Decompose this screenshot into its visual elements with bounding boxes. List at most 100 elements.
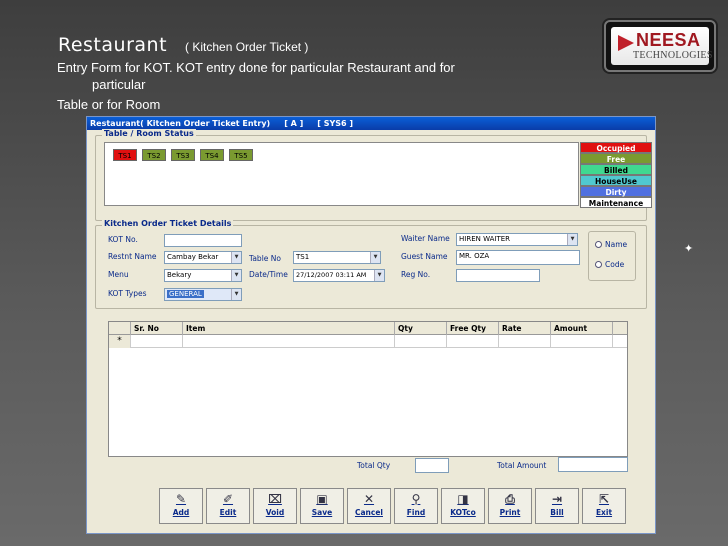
table-ts1[interactable]: TS1 bbox=[113, 149, 137, 161]
cell-rate[interactable] bbox=[499, 335, 551, 348]
restnt-name-value: Cambay Bekar bbox=[167, 253, 219, 261]
kotco-button[interactable]: ◨ KOTco bbox=[441, 488, 485, 524]
col-sr-no[interactable]: Sr. No bbox=[131, 322, 183, 335]
table-status-group: Table / Room Status TS1 TS2 TS3 TS4 TS5 … bbox=[95, 129, 652, 221]
add-button[interactable]: ✎ Add bbox=[159, 488, 203, 524]
window-tag-sys: [ SYS6 ] bbox=[317, 119, 354, 128]
kot-details-group: Kitchen Order Ticket Details KOT No. Res… bbox=[95, 219, 647, 309]
radio-code-circle[interactable] bbox=[595, 261, 602, 268]
col-free-qty[interactable]: Free Qty bbox=[447, 322, 499, 335]
logo-plate: NEESA TECHNOLOGIES bbox=[611, 27, 712, 65]
table-ts3[interactable]: TS3 bbox=[171, 149, 195, 161]
logo-name: NEESA bbox=[636, 30, 701, 50]
col-item[interactable]: Item bbox=[183, 322, 395, 335]
item-grid[interactable]: Sr. No Item Qty Free Qty Rate Amount * bbox=[108, 321, 628, 457]
col-qty[interactable]: Qty bbox=[395, 322, 447, 335]
restnt-name-select[interactable]: Cambay Bekar ▼ bbox=[164, 251, 242, 264]
desc-line-3: Table or for Room bbox=[57, 97, 161, 112]
exit-button[interactable]: ⇱ Exit bbox=[582, 488, 626, 524]
waiter-name-select[interactable]: HIREN WAITER ▼ bbox=[456, 233, 578, 246]
legend-maintenance: Maintenance bbox=[580, 197, 652, 208]
reg-no-label: Reg No. bbox=[401, 270, 431, 279]
void-icon: ⌧ bbox=[268, 492, 282, 506]
kotco-icon: ◨ bbox=[457, 492, 469, 506]
save-icon: ▣ bbox=[316, 492, 328, 506]
chevron-down-icon[interactable]: ▼ bbox=[231, 289, 241, 300]
binoculars-icon: ⚲ bbox=[411, 492, 421, 506]
bill-icon: ⇥ bbox=[551, 492, 563, 506]
slide-background: Restaurant ( Kitchen Order Ticket ) Entry… bbox=[0, 0, 728, 546]
add-icon: ✎ bbox=[175, 492, 187, 506]
action-toolbar: ✎ Add ✐ Edit ⌧ Void ▣ Save ✕ Cancel ⚲ Find ◨ KO… bbox=[157, 488, 631, 526]
edit-label: Edit bbox=[219, 508, 237, 517]
menu-label: Menu bbox=[108, 270, 129, 279]
col-rate[interactable]: Rate bbox=[499, 322, 551, 335]
window-tag-a: [ A ] bbox=[284, 119, 304, 128]
status-legend: Occupied Free Billed HouseUse Dirty Main… bbox=[580, 142, 652, 208]
grid-corner bbox=[109, 322, 131, 335]
menu-value: Bekary bbox=[167, 271, 192, 279]
void-label: Void bbox=[265, 508, 285, 517]
col-amount[interactable]: Amount bbox=[551, 322, 613, 335]
cell-item[interactable] bbox=[183, 335, 395, 348]
bill-button[interactable]: ⇥ Bill bbox=[535, 488, 579, 524]
chevron-down-icon[interactable]: ▼ bbox=[567, 234, 577, 245]
chevron-down-icon[interactable]: ▼ bbox=[231, 270, 241, 281]
print-button[interactable]: ⎙ Print bbox=[488, 488, 532, 524]
slide-description: Entry Form for KOT. KOT entry done for p… bbox=[57, 59, 537, 113]
cell-qty[interactable] bbox=[395, 335, 447, 348]
cell-sr-no[interactable] bbox=[131, 335, 183, 348]
kot-no-input[interactable] bbox=[164, 234, 242, 247]
datetime-label: Date/Time bbox=[249, 270, 288, 279]
logo-subname: TECHNOLOGIES bbox=[633, 50, 713, 61]
grid-new-row[interactable]: * bbox=[109, 335, 627, 348]
add-label: Add bbox=[172, 508, 190, 517]
print-label: Print bbox=[499, 508, 521, 517]
cell-free-qty[interactable] bbox=[447, 335, 499, 348]
total-amount-label: Total Amount bbox=[497, 461, 547, 470]
radio-name[interactable]: Name bbox=[595, 240, 627, 249]
cancel-button[interactable]: ✕ Cancel bbox=[347, 488, 391, 524]
guest-name-input[interactable]: MR. OZA bbox=[456, 250, 580, 265]
radio-name-circle[interactable] bbox=[595, 241, 602, 248]
kot-types-select[interactable]: GENERAL ▼ bbox=[164, 288, 242, 301]
logo-mark-icon bbox=[618, 35, 634, 51]
bill-label: Bill bbox=[550, 508, 564, 517]
cell-amount[interactable] bbox=[551, 335, 613, 348]
table-ts4[interactable]: TS4 bbox=[200, 149, 224, 161]
window-title: Restaurant( Kitchen Order Ticket Entry) bbox=[90, 119, 271, 128]
legend-dirty: Dirty bbox=[580, 186, 652, 197]
legend-billed: Billed bbox=[580, 164, 652, 175]
save-button[interactable]: ▣ Save bbox=[300, 488, 344, 524]
reg-no-input[interactable] bbox=[456, 269, 540, 282]
chevron-down-icon[interactable]: ▼ bbox=[374, 270, 384, 281]
table-no-select[interactable]: TS1 ▼ bbox=[293, 251, 381, 264]
kotco-label: KOTco bbox=[450, 508, 476, 517]
kot-no-label: KOT No. bbox=[108, 235, 138, 244]
table-no-label: Table No bbox=[249, 254, 281, 263]
radio-code[interactable]: Code bbox=[595, 260, 624, 269]
table-status-label: Table / Room Status bbox=[102, 129, 196, 138]
datetime-picker[interactable]: 27/12/2007 03:11 AM ▼ bbox=[293, 269, 385, 282]
find-button[interactable]: ⚲ Find bbox=[394, 488, 438, 524]
radio-code-label: Code bbox=[605, 260, 625, 269]
cancel-icon: ✕ bbox=[363, 492, 375, 506]
sparkle-icon: ✦ bbox=[684, 242, 694, 255]
chevron-down-icon[interactable]: ▼ bbox=[231, 252, 241, 263]
legend-free: Free bbox=[580, 153, 652, 164]
waiter-name-label: Waiter Name bbox=[401, 234, 450, 243]
new-row-marker: * bbox=[109, 335, 131, 348]
void-button[interactable]: ⌧ Void bbox=[253, 488, 297, 524]
table-ts5[interactable]: TS5 bbox=[229, 149, 253, 161]
company-logo: NEESA TECHNOLOGIES bbox=[604, 20, 716, 72]
kot-types-value: GENERAL bbox=[167, 290, 204, 298]
kot-details-label: Kitchen Order Ticket Details bbox=[102, 219, 234, 228]
menu-select[interactable]: Bekary ▼ bbox=[164, 269, 242, 282]
edit-button[interactable]: ✐ Edit bbox=[206, 488, 250, 524]
table-ts2[interactable]: TS2 bbox=[142, 149, 166, 161]
total-qty-label: Total Qty bbox=[357, 461, 391, 470]
kot-entry-window: Restaurant( Kitchen Order Ticket Entry) [… bbox=[86, 116, 656, 534]
printer-icon: ⎙ bbox=[505, 492, 515, 506]
exit-label: Exit bbox=[595, 508, 613, 517]
chevron-down-icon[interactable]: ▼ bbox=[370, 252, 380, 263]
